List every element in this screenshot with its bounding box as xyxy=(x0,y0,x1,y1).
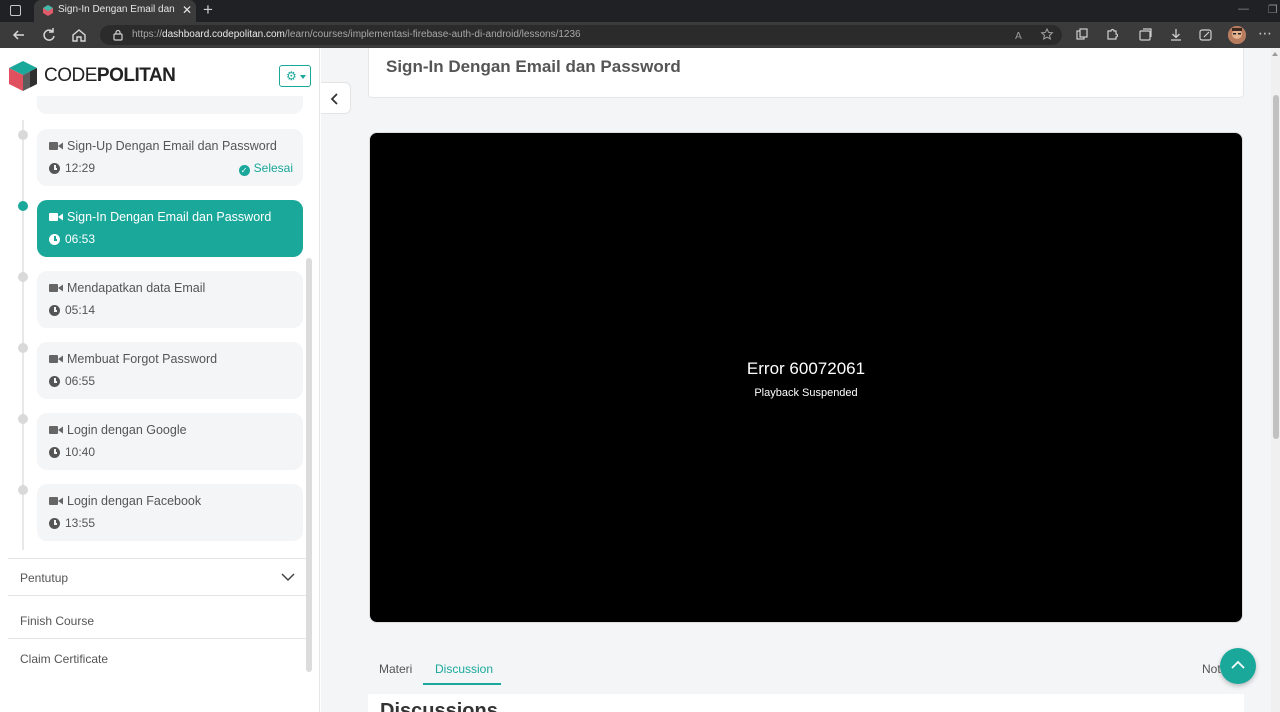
favorite-star-icon[interactable] xyxy=(1040,27,1056,43)
back-to-top-button[interactable] xyxy=(1220,648,1256,684)
divider xyxy=(8,558,307,559)
video-player[interactable]: Error 60072061 Playback Suspended xyxy=(369,132,1243,623)
download-icon[interactable] xyxy=(1168,27,1184,43)
timeline-dot xyxy=(18,343,28,353)
home-icon[interactable] xyxy=(70,26,88,44)
timeline-dot-active xyxy=(18,201,28,211)
discussion-panel: Discussions xyxy=(368,694,1244,712)
content-tabs: Materi Discussion Not xyxy=(368,658,1244,686)
lesson-title: Membuat Forgot Password xyxy=(67,352,218,366)
lesson-duration: 06:53 xyxy=(65,232,96,246)
codepolitan-logo[interactable]: CODEPOLITAN xyxy=(8,60,176,92)
claim-certificate-link[interactable]: Claim Certificate xyxy=(20,652,108,666)
lesson-item[interactable]: Sign-Up Dengan Email dan Password 12:29 … xyxy=(37,129,303,186)
extension-icon[interactable] xyxy=(1074,27,1090,43)
video-error-message: Playback Suspended xyxy=(754,387,858,399)
browser-toolbar: https://dashboard.codepolitan.com/learn/… xyxy=(0,22,1280,48)
collapse-sidebar-button[interactable] xyxy=(321,82,351,114)
lesson-completed-badge: ✓ Selesai xyxy=(238,161,293,176)
lesson-title: Sign-In Dengan Email dan Password xyxy=(67,210,272,224)
chevron-up-icon xyxy=(1231,660,1245,669)
discussion-heading: Discussions xyxy=(380,700,498,712)
browser-tab[interactable]: Sign-In Dengan Email dan Passw ✕ xyxy=(34,0,196,22)
close-tab-icon[interactable]: ✕ xyxy=(182,3,192,17)
timeline-dot xyxy=(18,130,28,140)
clock-icon xyxy=(49,518,60,529)
caret-down-icon xyxy=(300,75,306,79)
video-camera-icon xyxy=(49,355,63,363)
clock-icon xyxy=(49,163,60,174)
new-tab-button[interactable]: + xyxy=(203,1,213,19)
minimize-icon[interactable]: — xyxy=(1238,3,1249,15)
tab-materi[interactable]: Materi xyxy=(379,662,412,676)
site-favicon-icon xyxy=(43,5,53,16)
lesson-duration: 05:14 xyxy=(65,303,96,317)
divider xyxy=(8,595,307,596)
chevron-down-icon[interactable] xyxy=(281,572,295,582)
browser-tab-title: Sign-In Dengan Email dan Passw xyxy=(58,4,176,15)
tab-actions-icon[interactable] xyxy=(10,5,21,16)
back-icon[interactable] xyxy=(10,26,28,44)
lesson-item[interactable]: Login dengan Facebook 13:55 xyxy=(37,484,303,541)
lesson-item-active[interactable]: Sign-In Dengan Email dan Password 06:53 xyxy=(37,200,303,257)
lesson-duration: 13:55 xyxy=(65,516,96,530)
timeline-dot xyxy=(18,414,28,424)
lesson-content: Sign-In Dengan Email dan Password Error … xyxy=(321,48,1271,712)
svg-text:A: A xyxy=(1015,31,1022,42)
more-menu-icon[interactable]: ⋯ xyxy=(1258,26,1272,40)
lesson-duration: 06:55 xyxy=(65,374,96,388)
chevron-left-icon xyxy=(330,93,338,105)
lesson-title: Login dengan Google xyxy=(67,423,187,437)
lesson-duration: 12:29 xyxy=(65,161,96,175)
timeline-dot xyxy=(18,272,28,282)
scroll-up-arrow-icon[interactable] xyxy=(1272,52,1278,56)
browser-tab-strip: Sign-In Dengan Email dan Passw ✕ + — ❐ xyxy=(0,0,1280,22)
video-camera-icon xyxy=(49,142,63,150)
url-text[interactable]: https://dashboard.codepolitan.com/learn/… xyxy=(132,29,581,40)
lesson-duration: 10:40 xyxy=(65,445,96,459)
course-sidebar: CODEPOLITAN ⚙ Sign-Up Dengan Email dan P… xyxy=(0,48,320,712)
page-title: Sign-In Dengan Email dan Password xyxy=(386,57,681,76)
page-scrollbar-thumb[interactable] xyxy=(1273,95,1279,439)
lesson-item[interactable]: Mendapatkan data Email 05:14 xyxy=(37,271,303,328)
clock-icon xyxy=(49,447,60,458)
collections-icon[interactable] xyxy=(1138,27,1154,43)
divider xyxy=(8,638,307,639)
clock-icon xyxy=(49,305,60,316)
tab-notes[interactable]: Not xyxy=(1202,662,1221,676)
address-bar[interactable]: https://dashboard.codepolitan.com/learn/… xyxy=(100,25,1062,45)
screenshot-icon[interactable] xyxy=(1198,27,1214,43)
clock-icon xyxy=(49,234,60,245)
timeline-dot xyxy=(18,485,28,495)
lesson-item[interactable]: Membuat Forgot Password 06:55 xyxy=(37,342,303,399)
lesson-item[interactable]: Login dengan Google 10:40 xyxy=(37,413,303,470)
gear-icon: ⚙ xyxy=(286,69,297,83)
lock-icon[interactable] xyxy=(112,29,124,41)
section-pentutup[interactable]: Pentutup xyxy=(20,571,68,585)
lesson-title-card: Sign-In Dengan Email dan Password xyxy=(368,48,1244,98)
sidebar-scrollbar[interactable] xyxy=(306,258,312,672)
refresh-icon[interactable] xyxy=(40,26,58,44)
lesson-title: Sign-Up Dengan Email dan Password xyxy=(67,139,277,153)
video-camera-icon xyxy=(49,213,63,221)
user-avatar-icon xyxy=(1228,26,1246,44)
lesson-title: Login dengan Facebook xyxy=(67,494,202,508)
lesson-title: Mendapatkan data Email xyxy=(67,281,206,295)
tab-discussion[interactable]: Discussion xyxy=(435,662,493,676)
active-tab-indicator xyxy=(423,683,501,685)
video-camera-icon xyxy=(49,426,63,434)
check-circle-icon: ✓ xyxy=(238,165,250,176)
finish-course-link[interactable]: Finish Course xyxy=(20,614,94,628)
profile-avatar[interactable] xyxy=(1228,26,1246,44)
previous-lesson-card[interactable] xyxy=(37,96,303,114)
restore-icon[interactable]: ❐ xyxy=(1268,3,1278,16)
puzzle-extension-icon[interactable] xyxy=(1104,27,1120,43)
logo-cube-icon xyxy=(9,61,37,91)
video-camera-icon xyxy=(49,284,63,292)
settings-dropdown-button[interactable]: ⚙ xyxy=(279,65,311,87)
read-aloud-icon[interactable]: A xyxy=(1014,27,1030,43)
video-camera-icon xyxy=(49,497,63,505)
video-error-code: Error 60072061 xyxy=(746,359,866,378)
clock-icon xyxy=(49,376,60,387)
